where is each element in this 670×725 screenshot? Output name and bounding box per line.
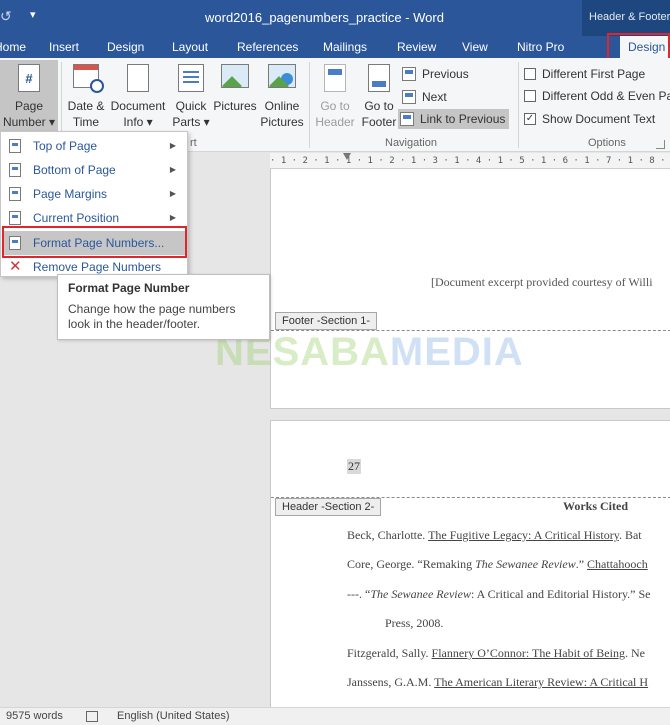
- reference-line: Beck, Charlotte. The Fugitive Legacy: A …: [347, 528, 642, 542]
- tab-view[interactable]: View: [462, 36, 488, 58]
- format-page-number-tooltip: Format Page Number Change how the page n…: [57, 274, 270, 340]
- ribbon-tabs: Home Insert Design Layout References Mai…: [0, 36, 670, 58]
- tab-nitro-pro[interactable]: Nitro Pro: [517, 36, 564, 58]
- quick-parts-icon: [178, 64, 204, 92]
- tab-mailings[interactable]: Mailings: [323, 36, 367, 58]
- different-first-page-checkbox[interactable]: Different First Page: [524, 64, 645, 84]
- document-info-button[interactable]: Document Info ▾: [108, 60, 168, 130]
- previous-button[interactable]: Previous: [400, 64, 469, 84]
- menu-item-current-position[interactable]: Current Position ▶: [2, 206, 186, 230]
- tab-design[interactable]: Design: [107, 36, 144, 58]
- tooltip-body-line: look in the header/footer.: [68, 317, 201, 331]
- remove-icon: ✕: [9, 258, 22, 275]
- pictures-icon: [221, 64, 249, 88]
- page-number-icon: #: [18, 64, 40, 92]
- options-dialog-launcher-icon[interactable]: [656, 140, 665, 149]
- tab-review[interactable]: Review: [397, 36, 436, 58]
- go-to-footer-icon: [368, 64, 390, 92]
- header-footer-tools-label: Header & Footer Tools: [582, 0, 670, 36]
- online-pictures-icon: [268, 64, 296, 88]
- document-info-icon: [127, 64, 149, 92]
- insert-group-label: rt: [190, 137, 197, 149]
- proofing-book-icon[interactable]: [86, 711, 98, 722]
- calendar-clock-icon: [73, 64, 104, 93]
- quick-parts-button[interactable]: Quick Parts ▾: [170, 60, 212, 130]
- current-position-icon: [9, 211, 21, 225]
- ruler-ticks: · 1 · 2 · 1 · 1 · 1 · 2 · 1 · 3 · 1 · 4 …: [270, 156, 670, 166]
- menu-item-page-margins[interactable]: Page Margins ▶: [2, 182, 186, 206]
- go-to-header-icon: [324, 64, 346, 92]
- title-bar: ↺ ▾ word2016_pagenumbers_practice - Word…: [0, 0, 670, 36]
- bottom-of-page-icon: [9, 163, 21, 177]
- link-icon: [400, 112, 414, 126]
- link-to-previous-button[interactable]: Link to Previous: [398, 109, 510, 129]
- header-section-label: Header -Section 2-: [275, 498, 382, 516]
- different-first-page-box: [524, 68, 536, 80]
- window-title: word2016_pagenumbers_practice - Word: [205, 10, 444, 25]
- show-document-text-checkbox[interactable]: ✓ Show Document Text: [524, 109, 655, 129]
- submenu-arrow-icon: ▶: [169, 189, 176, 198]
- indent-marker-icon[interactable]: [343, 153, 351, 161]
- online-pictures-button[interactable]: Online Pictures: [258, 60, 306, 130]
- tooltip-body-line: Change how the page numbers: [68, 302, 236, 316]
- tab-layout[interactable]: Layout: [172, 36, 208, 58]
- tab-references[interactable]: References: [237, 36, 298, 58]
- top-of-page-icon: [9, 139, 21, 153]
- format-page-numbers-icon: [9, 236, 21, 250]
- menu-item-bottom-of-page[interactable]: Bottom of Page ▶: [2, 158, 186, 182]
- submenu-arrow-icon: ▶: [169, 213, 176, 222]
- excerpt-text: [Document excerpt provided courtesy of W…: [431, 275, 653, 289]
- next-icon: [402, 90, 416, 104]
- status-bar: 9575 words English (United States): [0, 707, 670, 725]
- page-number-menu: Top of Page ▶ Bottom of Page ▶ Page Margin…: [0, 131, 188, 277]
- reference-line: Janssens, G.A.M. The American Literary R…: [347, 675, 649, 689]
- submenu-arrow-icon: ▶: [169, 165, 176, 174]
- navigation-group-label: Navigation: [385, 137, 437, 149]
- date-time-button[interactable]: Date & Time: [64, 60, 108, 130]
- tab-home[interactable]: Home: [0, 36, 26, 58]
- menu-item-top-of-page[interactable]: Top of Page ▶: [2, 134, 186, 158]
- options-group-label: Options: [588, 137, 626, 149]
- check-icon: ✓: [524, 113, 536, 125]
- next-button[interactable]: Next: [400, 87, 447, 107]
- language-indicator[interactable]: English (United States): [117, 710, 230, 722]
- different-odd-even-checkbox[interactable]: Different Odd & Even Pa: [524, 86, 670, 106]
- word-count[interactable]: 9575 words: [6, 710, 63, 722]
- tab-insert[interactable]: Insert: [49, 36, 79, 58]
- pictures-button[interactable]: Pictures: [212, 60, 258, 114]
- tooltip-title: Format Page Number: [68, 281, 190, 295]
- page-number-button[interactable]: # Page Number ▾: [0, 60, 58, 134]
- page-margins-icon: [9, 187, 21, 201]
- horizontal-ruler[interactable]: · 1 · 2 · 1 · 1 · 1 · 2 · 1 · 3 · 1 · 4 …: [270, 153, 670, 169]
- undo-icon[interactable]: ↺: [0, 8, 12, 25]
- reference-line: Press, 2008.: [385, 616, 444, 630]
- customize-quick-access-icon[interactable]: ▾: [30, 8, 36, 21]
- reference-line: Fitzgerald, Sally. Flannery O’Connor: Th…: [347, 646, 645, 660]
- document-page-2[interactable]: 27 Header -Section 2- Works Cited Beck, …: [270, 420, 670, 710]
- previous-icon: [402, 67, 416, 81]
- reference-line: Core, George. “Remaking The Sewanee Revi…: [347, 557, 648, 571]
- page-number-field[interactable]: 27: [347, 459, 361, 474]
- tab-header-footer-design[interactable]: Design: [620, 36, 670, 58]
- go-to-footer-button[interactable]: Go to Footer: [358, 60, 400, 130]
- go-to-header-button[interactable]: Go to Header: [312, 60, 358, 130]
- works-cited-heading: Works Cited: [563, 499, 629, 513]
- different-odd-even-box: [524, 90, 536, 102]
- submenu-arrow-icon: ▶: [169, 141, 176, 150]
- menu-item-format-page-numbers[interactable]: Format Page Numbers...: [2, 231, 186, 255]
- footer-section-label: Footer -Section 1-: [275, 312, 378, 330]
- reference-line: ---. “The Sewanee Review: A Critical and…: [347, 587, 651, 601]
